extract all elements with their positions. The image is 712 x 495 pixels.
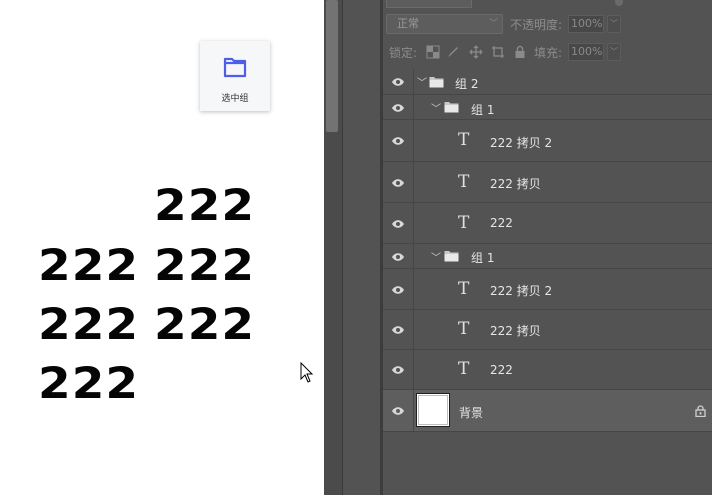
scrollbar-thumb[interactable]	[326, 0, 338, 132]
lock-label: 锁定:	[389, 46, 418, 60]
chevron-down-icon[interactable]: ﹀	[431, 249, 441, 264]
layer-row-background[interactable]: 背景	[383, 390, 712, 432]
canvas-scrollbar[interactable]	[324, 0, 342, 495]
visibility-toggle[interactable]	[383, 95, 414, 119]
text-layer-icon: T	[458, 279, 470, 299]
layer-row-group[interactable]: ﹀ 组 1	[383, 244, 712, 269]
chevron-down-icon[interactable]: ﹀	[417, 74, 427, 89]
eye-icon[interactable]	[391, 136, 405, 146]
eye-icon[interactable]	[391, 285, 405, 295]
layer-thumbnail	[416, 393, 450, 427]
canvas-text-222[interactable]: 222	[38, 363, 148, 405]
visibility-toggle[interactable]	[383, 244, 414, 268]
folder-icon	[223, 57, 247, 78]
eye-icon[interactable]	[391, 219, 405, 229]
lock-icon	[695, 405, 706, 417]
layer-name: 222	[490, 216, 513, 230]
canvas-text-222[interactable]: 222	[154, 185, 264, 227]
canvas-text-222[interactable]: 222	[154, 245, 264, 287]
layers-empty-area[interactable]	[383, 432, 712, 495]
canvas-text-222[interactable]: 222	[154, 304, 264, 346]
blend-mode-dropdown[interactable]: 正常 ﹀	[386, 14, 503, 34]
panel-dock-column	[342, 0, 380, 495]
opacity-slider-toggle[interactable]: ﹀	[607, 15, 621, 33]
layer-name: 222 拷贝 2	[490, 136, 553, 150]
select-group-button[interactable]: 选中组	[200, 41, 270, 111]
layer-name: 222 拷贝	[490, 177, 541, 191]
layer-row-text[interactable]: T 222 拷贝 2	[383, 269, 712, 310]
lock-position-icon[interactable]	[469, 45, 483, 59]
fill-label: 填充:	[534, 46, 563, 60]
text-layer-icon: T	[458, 130, 470, 150]
select-group-label: 选中组	[221, 94, 249, 104]
document-canvas[interactable]: 选中组 222 222 222 222 222 222	[0, 0, 324, 495]
filter-toggle[interactable]	[615, 0, 623, 6]
blend-mode-value: 正常	[397, 17, 419, 30]
visibility-toggle[interactable]	[383, 390, 414, 431]
eye-icon[interactable]	[391, 178, 405, 188]
layer-row-text[interactable]: T 222	[383, 350, 712, 390]
text-layer-icon: T	[458, 213, 470, 233]
eye-icon[interactable]	[391, 252, 405, 262]
blend-opacity-row: 正常 ﹀ 不透明度: 100% ﹀	[383, 12, 712, 40]
eye-icon[interactable]	[391, 103, 405, 113]
chevron-down-icon[interactable]: ﹀	[431, 100, 441, 115]
layer-name: 组 1	[471, 103, 495, 117]
filter-kind-dropdown[interactable]	[386, 0, 472, 8]
fill-input[interactable]: 100%	[568, 43, 604, 61]
folder-icon	[444, 102, 459, 113]
opacity-label: 不透明度:	[510, 18, 563, 32]
visibility-toggle[interactable]	[383, 203, 414, 243]
visibility-toggle[interactable]	[383, 120, 414, 161]
layer-name: 222	[490, 363, 513, 377]
fill-slider-toggle[interactable]: ﹀	[607, 43, 621, 61]
canvas-text-222[interactable]: 222	[38, 304, 148, 346]
visibility-toggle[interactable]	[383, 162, 414, 202]
visibility-toggle[interactable]	[383, 310, 414, 349]
folder-icon	[429, 77, 444, 88]
lock-artboard-icon[interactable]	[491, 45, 505, 59]
layer-row-group[interactable]: ﹀ 组 2	[383, 69, 712, 95]
layer-row-text[interactable]: T 222 拷贝	[383, 310, 712, 350]
lock-transparent-pixels-icon[interactable]	[426, 45, 440, 59]
layer-name: 背景	[459, 406, 484, 420]
layers-panel: 正常 ﹀ 不透明度: 100% ﹀ 锁定: 填充: 100% ﹀ ﹀ 组 2 ﹀…	[383, 0, 712, 495]
eye-icon[interactable]	[391, 77, 405, 87]
eye-icon[interactable]	[391, 325, 405, 335]
layer-name: 222 拷贝	[490, 324, 541, 338]
chevron-down-icon: ﹀	[488, 19, 498, 29]
text-layer-icon: T	[458, 359, 470, 379]
canvas-text-222[interactable]: 222	[38, 245, 148, 287]
layer-row-group[interactable]: ﹀ 组 1	[383, 95, 712, 120]
layer-name: 222 拷贝 2	[490, 284, 553, 298]
visibility-toggle[interactable]	[383, 269, 414, 309]
layer-name: 组 2	[455, 77, 479, 91]
text-layer-icon: T	[458, 172, 470, 192]
layer-row-text[interactable]: T 222 拷贝 2	[383, 120, 712, 162]
eye-icon[interactable]	[391, 406, 405, 416]
layer-name: 组 1	[471, 251, 495, 265]
lock-all-icon[interactable]	[513, 45, 527, 59]
visibility-toggle[interactable]	[383, 350, 414, 389]
layer-row-text[interactable]: T 222	[383, 203, 712, 244]
mouse-cursor-icon	[300, 362, 314, 383]
opacity-input[interactable]: 100%	[568, 15, 604, 33]
visibility-toggle[interactable]	[383, 69, 414, 94]
layer-row-text[interactable]: T 222 拷贝	[383, 162, 712, 203]
eye-icon[interactable]	[391, 365, 405, 375]
text-layer-icon: T	[458, 319, 470, 339]
folder-icon	[444, 251, 459, 262]
lock-fill-row: 锁定: 填充: 100% ﹀	[383, 40, 712, 68]
lock-image-pixels-icon[interactable]	[446, 45, 460, 59]
